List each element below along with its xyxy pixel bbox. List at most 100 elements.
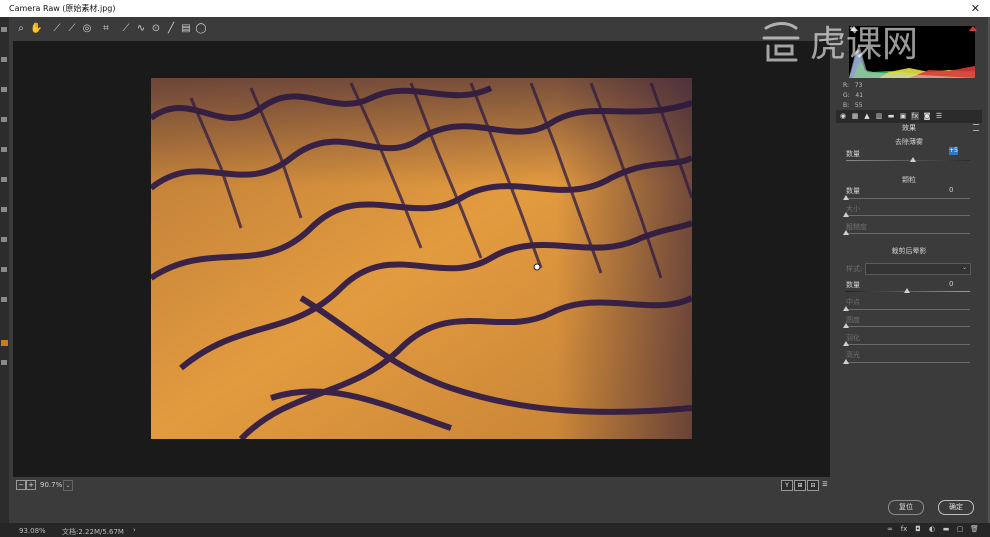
b-value: 55 xyxy=(854,102,863,109)
basic-tab-icon[interactable]: ◉ xyxy=(839,112,847,120)
g-value: 41 xyxy=(855,92,864,99)
ps-document-size: 文档:2.22M/5.67M xyxy=(62,528,124,536)
vignette-style-label: 样式: xyxy=(846,265,863,273)
ps-tool-icon[interactable] xyxy=(1,237,7,242)
vignette-amount-knob[interactable] xyxy=(904,288,910,293)
zoom-in-button[interactable]: + xyxy=(26,480,36,490)
layer-style-icon[interactable]: fx xyxy=(900,525,908,533)
ps-tool-icon[interactable] xyxy=(1,360,7,365)
dehaze-slider[interactable] xyxy=(846,160,970,161)
b-label: B: xyxy=(843,102,850,109)
ps-tool-icon[interactable] xyxy=(1,207,7,212)
effects-tab-icon[interactable]: fx xyxy=(911,112,919,120)
zoom-out-button[interactable]: − xyxy=(16,480,26,490)
grain-amount-slider[interactable] xyxy=(846,198,970,199)
ps-tool-icon[interactable] xyxy=(1,27,7,32)
ps-tool-icon[interactable] xyxy=(1,117,7,122)
vignette-midpoint-slider[interactable] xyxy=(846,309,970,310)
zoom-dropdown-button[interactable]: ⌄ xyxy=(63,480,73,491)
straighten-tool-icon[interactable]: ⟋ xyxy=(120,23,132,35)
panel-title: 效果 xyxy=(902,124,916,132)
rgb-readout: R: 73 G: 41 B: 55 xyxy=(843,81,863,111)
reset-button[interactable]: 复位 xyxy=(888,500,924,515)
vignette-roundness-knob[interactable] xyxy=(843,323,849,328)
vignette-highlights-knob[interactable] xyxy=(843,359,849,364)
vignette-amount-value[interactable]: 0 xyxy=(949,280,953,288)
lens-tab-icon[interactable]: ▣ xyxy=(899,112,907,120)
vignette-feather-knob[interactable] xyxy=(843,341,849,346)
grain-amount-knob[interactable] xyxy=(843,195,849,200)
dehaze-slider-knob[interactable] xyxy=(910,157,916,162)
ps-tool-icon[interactable] xyxy=(1,147,7,152)
ps-tool-icon[interactable] xyxy=(1,87,7,92)
watermark-logo: 虎课网 xyxy=(758,18,980,65)
hand-tool-icon[interactable]: ✋ xyxy=(30,23,42,35)
dehaze-section-title: 去除薄雾 xyxy=(895,138,923,146)
hsl-tab-icon[interactable]: ▥ xyxy=(875,112,883,120)
dehaze-amount-label: 数量 xyxy=(846,150,860,158)
panel-menu-icon[interactable] xyxy=(973,124,979,131)
ps-tool-icon[interactable] xyxy=(1,297,7,302)
detail-tab-icon[interactable]: ▲ xyxy=(863,112,871,120)
r-value: 73 xyxy=(854,82,863,89)
grain-roughness-knob[interactable] xyxy=(843,230,849,235)
camera-calibration-tab-icon[interactable]: ◙ xyxy=(923,112,931,120)
new-group-icon[interactable]: ▬ xyxy=(942,525,950,533)
ok-button[interactable]: 确定 xyxy=(938,500,974,515)
delete-layer-icon[interactable]: 🗑 xyxy=(970,525,979,533)
graduated-filter-icon[interactable] xyxy=(165,23,177,35)
vignette-section-title: 裁剪后晕影 xyxy=(891,247,927,255)
split-toning-tab-icon[interactable]: ▬ xyxy=(887,112,895,120)
panel-tabs: ◉ ▦ ▲ ▥ ▬ ▣ fx ◙ ☰ xyxy=(836,110,982,123)
watermark-graphic: 虎课网 xyxy=(762,22,918,65)
vignette-highlights-slider[interactable] xyxy=(846,362,970,363)
zoom-tool-icon[interactable]: ⌕ xyxy=(15,23,27,35)
window-title: Camera Raw (原始素材.jpg) xyxy=(9,4,116,13)
grain-size-slider[interactable] xyxy=(846,215,970,216)
watermark-text: 虎课网 xyxy=(810,24,918,64)
view-toggle-y-button[interactable]: Y xyxy=(781,480,793,491)
grain-section-title: 颗粒 xyxy=(902,176,916,184)
grain-size-knob[interactable] xyxy=(843,212,849,217)
preview-photo[interactable] xyxy=(151,78,692,439)
grain-roughness-label: 粗糙度 xyxy=(846,223,867,231)
view-copy-button[interactable]: ⊟ xyxy=(807,480,819,491)
chevron-down-icon: ⌄ xyxy=(962,264,968,271)
camera-raw-toolbar: ⌕ ✋ ⟋ ⟋ ◎ ⌗ ⟋ ∿ ⊙ ╱ ▤ ◯ xyxy=(9,17,835,41)
layer-mask-icon[interactable]: ◘ xyxy=(914,525,922,533)
vignette-midpoint-knob[interactable] xyxy=(843,306,849,311)
ps-zoom-level: 93.08% xyxy=(19,527,46,535)
link-layers-icon[interactable]: ∞ xyxy=(886,525,894,533)
presets-tab-icon[interactable]: ☰ xyxy=(935,112,943,120)
preview-status-bar xyxy=(9,478,835,492)
window-title-bar: Camera Raw (原始素材.jpg) xyxy=(0,0,990,17)
adjustment-layer-icon[interactable]: ◐ xyxy=(928,525,936,533)
r-label: R: xyxy=(843,82,850,89)
ps-tool-icon[interactable] xyxy=(1,267,7,272)
ps-foreground-color-swatch[interactable] xyxy=(1,340,8,346)
ps-tool-icon[interactable] xyxy=(1,57,7,62)
targeted-adjustment-icon[interactable]: ◎ xyxy=(81,23,93,35)
color-sampler-icon[interactable]: ⟋ xyxy=(66,23,78,35)
vignette-roundness-slider[interactable] xyxy=(846,326,970,327)
dehaze-amount-value[interactable]: +5 xyxy=(949,147,958,155)
grain-roughness-slider[interactable] xyxy=(846,233,970,234)
new-layer-icon[interactable]: ▢ xyxy=(956,525,964,533)
spot-removal-icon[interactable]: ∿ xyxy=(135,23,147,35)
radial-filter-icon[interactable]: ◯ xyxy=(195,23,207,35)
view-settings-button[interactable]: ☰ xyxy=(820,480,830,489)
vignette-feather-slider[interactable] xyxy=(846,344,970,345)
g-label: G: xyxy=(843,92,850,99)
ps-tool-icon[interactable] xyxy=(1,177,7,182)
tone-curve-tab-icon[interactable]: ▦ xyxy=(851,112,859,120)
red-eye-icon[interactable]: ⊙ xyxy=(150,23,162,35)
vignette-style-select[interactable] xyxy=(865,263,971,275)
grain-amount-value[interactable]: 0 xyxy=(949,186,953,194)
crop-tool-icon[interactable]: ⌗ xyxy=(100,23,112,35)
white-balance-tool-icon[interactable]: ⟋ xyxy=(51,23,63,35)
ps-status-menu-button[interactable]: › xyxy=(133,526,136,534)
photo-render xyxy=(151,78,692,439)
view-swap-button[interactable]: ⊞ xyxy=(794,480,806,491)
graduated-filter-icon-2[interactable]: ▤ xyxy=(180,23,192,35)
window-close-button[interactable]: ✕ xyxy=(971,2,980,15)
